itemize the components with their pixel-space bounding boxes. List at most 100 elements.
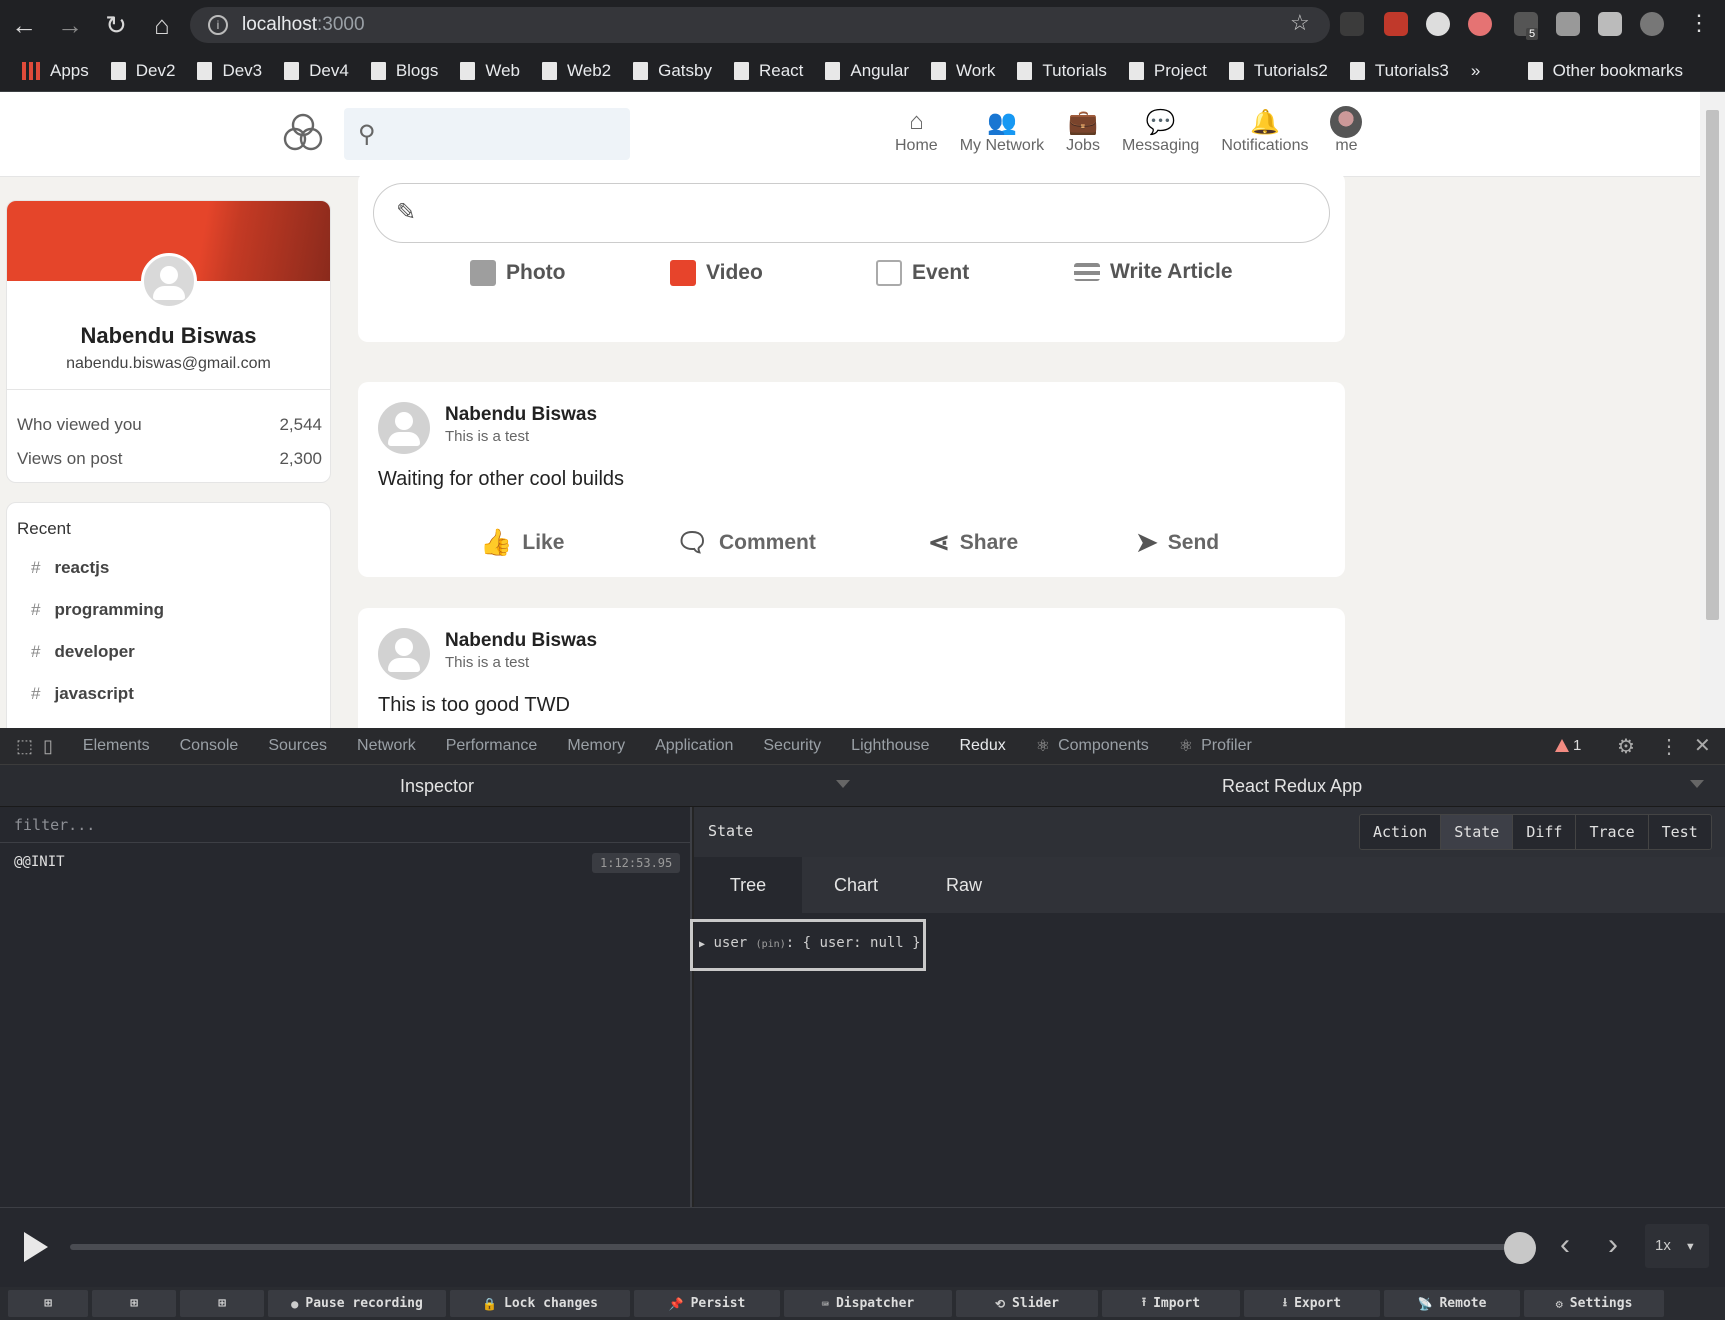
- tab-tree[interactable]: Tree: [694, 857, 802, 913]
- home-icon[interactable]: ⌂: [140, 3, 184, 47]
- bookmark-folder[interactable]: Web: [460, 61, 520, 81]
- tab-lighthouse[interactable]: Lighthouse: [851, 737, 929, 755]
- menu-icon[interactable]: ⋮: [1688, 10, 1710, 36]
- slider-handle[interactable]: [1504, 1232, 1536, 1264]
- pause-recording-button[interactable]: ● Pause recording: [268, 1290, 446, 1317]
- info-icon[interactable]: i: [208, 15, 228, 35]
- dispatcher-button[interactable]: ⌨ Dispatcher: [784, 1290, 952, 1317]
- app-logo-icon[interactable]: [280, 110, 326, 156]
- search-input[interactable]: ⚲: [344, 108, 630, 160]
- bookmark-star-icon[interactable]: ☆: [1290, 10, 1310, 36]
- tree-pin[interactable]: (pin): [756, 939, 786, 950]
- state-tree-node[interactable]: ▶ user (pin): { user: null }: [690, 919, 926, 971]
- bookmarks-overflow-button[interactable]: »: [1471, 61, 1480, 81]
- tab-memory[interactable]: Memory: [567, 737, 625, 755]
- filter-input[interactable]: filter...: [0, 807, 692, 843]
- action-item[interactable]: @@INIT 1:12:53.95: [0, 844, 690, 880]
- reload-icon[interactable]: ↻: [94, 3, 138, 47]
- like-button[interactable]: 👍 Like: [480, 527, 564, 558]
- tab-security[interactable]: Security: [763, 737, 821, 755]
- bookmark-folder[interactable]: Web2: [542, 61, 611, 81]
- bookmark-folder[interactable]: Dev4: [284, 61, 349, 81]
- tab-performance[interactable]: Performance: [446, 737, 538, 755]
- bookmark-folder[interactable]: Project: [1128, 61, 1207, 81]
- slider-button[interactable]: ⟲ Slider: [956, 1290, 1098, 1317]
- nav-notifications[interactable]: 🔔 Notifications: [1221, 107, 1308, 155]
- extension-icon[interactable]: [1384, 12, 1408, 36]
- bookmark-folder[interactable]: Angular: [825, 61, 909, 81]
- import-button[interactable]: ⭱ Import: [1102, 1290, 1240, 1317]
- photo-option[interactable]: Photo: [470, 260, 565, 286]
- inspect-element-icon[interactable]: ⬚: [16, 736, 33, 757]
- settings-gear-icon[interactable]: ⚙: [1617, 734, 1635, 759]
- nav-network[interactable]: 👥 My Network: [960, 107, 1044, 155]
- close-icon[interactable]: ✕: [1694, 733, 1711, 758]
- bookmark-folder[interactable]: Dev3: [197, 61, 262, 81]
- trace-button[interactable]: Trace: [1576, 815, 1649, 849]
- tab-redux[interactable]: Redux: [959, 737, 1005, 755]
- scrollbar-thumb[interactable]: [1706, 110, 1719, 620]
- comment-button[interactable]: 🗨 Comment: [676, 527, 816, 558]
- extension-icon[interactable]: [1340, 12, 1364, 36]
- recent-item[interactable]: # reactjs: [31, 558, 109, 578]
- monitor-select[interactable]: Inspector: [400, 776, 474, 797]
- avatar[interactable]: [378, 628, 430, 680]
- article-option[interactable]: Write Article: [1074, 260, 1233, 284]
- tab-sources[interactable]: Sources: [268, 737, 327, 755]
- persist-button[interactable]: 📌 Persist: [634, 1290, 780, 1317]
- remote-button[interactable]: 📡 Remote: [1384, 1290, 1520, 1317]
- more-options-icon[interactable]: ⋮: [1659, 734, 1679, 759]
- instance-select[interactable]: React Redux App: [1222, 776, 1362, 797]
- export-button[interactable]: ⭳ Export: [1244, 1290, 1380, 1317]
- chevron-down-icon[interactable]: [836, 780, 850, 788]
- page-scrollbar[interactable]: [1700, 92, 1725, 728]
- test-button[interactable]: Test: [1648, 815, 1711, 849]
- nav-home[interactable]: ⌂ Home: [895, 107, 938, 155]
- tab-raw[interactable]: Raw: [910, 857, 1018, 913]
- bookmark-folder[interactable]: Blogs: [370, 61, 438, 81]
- extension-icon[interactable]: [1468, 12, 1492, 36]
- bookmark-apps[interactable]: Apps: [22, 61, 89, 81]
- forward-icon[interactable]: →: [48, 3, 92, 47]
- share-button[interactable]: ⋖ Share: [928, 527, 1018, 558]
- tab-network[interactable]: Network: [357, 737, 416, 755]
- previous-arrow-icon[interactable]: ‹: [1560, 1228, 1570, 1262]
- tab-profiler[interactable]: Profiler: [1201, 737, 1252, 755]
- bookmark-folder[interactable]: Work: [931, 61, 995, 81]
- stat-post-views[interactable]: Views on post 2,300: [17, 449, 322, 469]
- post-input[interactable]: ✎: [373, 183, 1330, 243]
- puzzle-icon[interactable]: [1598, 12, 1622, 36]
- warning-counter[interactable]: 1: [1555, 737, 1581, 754]
- profile-icon[interactable]: [1640, 12, 1664, 36]
- stat-who-viewed[interactable]: Who viewed you 2,544: [17, 415, 322, 435]
- bookmark-folder[interactable]: Dev2: [110, 61, 175, 81]
- next-arrow-icon[interactable]: ›: [1608, 1228, 1618, 1262]
- recent-item[interactable]: # developer: [31, 642, 135, 662]
- expand-arrow-icon[interactable]: ▶: [699, 939, 705, 950]
- bookmark-folder[interactable]: Tutorials: [1017, 61, 1107, 81]
- tab-elements[interactable]: Elements: [83, 737, 150, 755]
- send-button[interactable]: ➤ Send: [1136, 527, 1219, 558]
- slider-track[interactable]: [70, 1244, 1520, 1250]
- speed-select[interactable]: 1x ▼: [1645, 1224, 1709, 1268]
- nav-messaging[interactable]: 💬 Messaging: [1122, 107, 1199, 155]
- back-icon[interactable]: ←: [2, 3, 46, 47]
- lock-changes-button[interactable]: 🔒 Lock changes: [450, 1290, 630, 1317]
- log-monitor-button[interactable]: ⊞: [92, 1290, 176, 1317]
- state-button[interactable]: State: [1441, 815, 1514, 849]
- diff-button[interactable]: Diff: [1513, 815, 1577, 849]
- avatar[interactable]: [378, 402, 430, 454]
- address-bar[interactable]: i localhost:3000: [190, 7, 1330, 43]
- device-toolbar-icon[interactable]: ▯: [43, 736, 53, 757]
- play-icon[interactable]: [24, 1232, 48, 1262]
- bookmark-other[interactable]: Other bookmarks: [1527, 61, 1683, 81]
- video-option[interactable]: Video: [670, 260, 763, 286]
- bookmark-folder[interactable]: React: [733, 61, 803, 81]
- recent-item[interactable]: # javascript: [31, 684, 134, 704]
- chart-monitor-button[interactable]: ⊞: [180, 1290, 264, 1317]
- tab-components[interactable]: Components: [1058, 737, 1149, 755]
- chevron-down-icon[interactable]: [1690, 780, 1704, 788]
- settings-button[interactable]: ⚙ Settings: [1524, 1290, 1664, 1317]
- tab-console[interactable]: Console: [180, 737, 239, 755]
- inspector-monitor-button[interactable]: ⊞: [8, 1290, 88, 1317]
